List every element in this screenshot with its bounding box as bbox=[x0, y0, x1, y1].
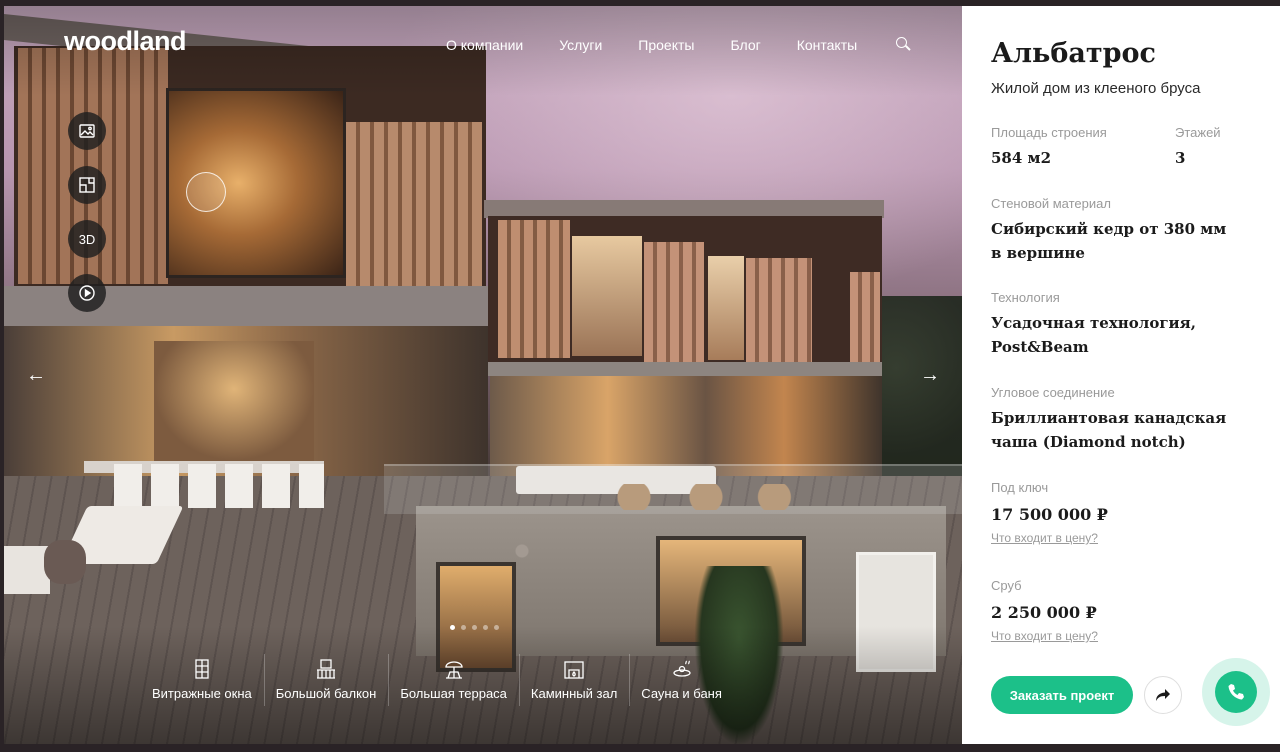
slider-dot[interactable] bbox=[461, 625, 466, 630]
feature-item[interactable]: Витражные окна bbox=[140, 658, 264, 701]
slider-dot[interactable] bbox=[483, 625, 488, 630]
lounge-chair bbox=[4, 546, 50, 594]
floors-value: 3 bbox=[1175, 149, 1186, 167]
feature-label: Большая терраса bbox=[400, 686, 507, 701]
floor-slab bbox=[488, 362, 882, 376]
wood-slats bbox=[346, 122, 482, 312]
feature-item[interactable]: Большая терраса bbox=[388, 654, 519, 706]
corner-joint-label: Угловое соединение bbox=[991, 385, 1115, 400]
tour-3d-label: 3D bbox=[78, 231, 96, 247]
frame-label: Сруб bbox=[991, 578, 1022, 593]
feature-item[interactable]: Каминный зал bbox=[518, 654, 629, 706]
feature-item[interactable]: Большой балкон bbox=[263, 654, 389, 706]
arrow-right-icon[interactable]: → bbox=[918, 364, 942, 388]
nav-item-contacts[interactable]: Контакты bbox=[797, 37, 857, 53]
stone-feature-wall bbox=[154, 341, 314, 461]
phone-icon bbox=[1228, 684, 1244, 700]
turnkey-label: Под ключ bbox=[991, 480, 1049, 495]
balcony-icon bbox=[317, 659, 336, 679]
slider-dot[interactable] bbox=[494, 625, 499, 630]
corner-joint-value: Бриллиантовая канадская чаша (Diamond no… bbox=[991, 409, 1227, 451]
nav-item-about[interactable]: О компании bbox=[446, 37, 523, 53]
technology-value: Усадочная технология, Post&Beam bbox=[991, 314, 1196, 356]
wall-material-value: Сибирский кедр от 380 мм в вершине bbox=[991, 220, 1227, 262]
project-subtitle: Жилой дом из клееного бруса bbox=[991, 80, 1201, 97]
nav-item-blog[interactable]: Блог bbox=[730, 37, 760, 53]
dining-chairs bbox=[114, 464, 324, 508]
arrow-left-icon[interactable]: ← bbox=[24, 364, 48, 388]
slider-dot[interactable] bbox=[472, 625, 477, 630]
area-label: Площадь строения bbox=[991, 125, 1107, 140]
logo[interactable]: woodland bbox=[64, 26, 186, 57]
feature-label: Большой балкон bbox=[275, 686, 377, 701]
floors-label: Этажей bbox=[1175, 125, 1221, 140]
video-play-icon[interactable] bbox=[68, 274, 106, 312]
slider-dot[interactable] bbox=[450, 625, 455, 630]
project-panel: Альбатрос Жилой дом из клееного бруса Пл… bbox=[962, 6, 1280, 744]
sauna-icon bbox=[672, 660, 691, 677]
window bbox=[708, 256, 744, 360]
nav-item-projects[interactable]: Проекты bbox=[638, 37, 694, 53]
hero-photo bbox=[4, 6, 962, 744]
floor-plan-icon[interactable] bbox=[68, 166, 106, 204]
call-widget[interactable] bbox=[1202, 658, 1270, 726]
feature-label: Каминный зал bbox=[530, 686, 618, 701]
feature-item[interactable]: Сауна и баня bbox=[629, 654, 734, 706]
wood-slats bbox=[644, 242, 704, 362]
share-icon bbox=[1156, 689, 1170, 701]
turnkey-price: 17 500 000 ₽ bbox=[991, 505, 1108, 524]
hotspot-marker[interactable] bbox=[186, 172, 226, 212]
turnkey-price-link[interactable]: Что входит в цену? bbox=[991, 531, 1098, 545]
planter bbox=[44, 540, 86, 584]
technology-label: Технология bbox=[991, 290, 1060, 305]
wood-slats bbox=[850, 272, 880, 366]
window-icon bbox=[195, 659, 209, 679]
feature-list: Витражные окна Большой балкон Большая те… bbox=[140, 654, 734, 706]
wood-slats bbox=[746, 258, 812, 362]
feature-label: Витражные окна bbox=[152, 686, 252, 701]
stone-stools bbox=[616, 484, 796, 510]
main-nav: О компании Услуги Проекты Блог Контакты bbox=[446, 37, 893, 53]
window bbox=[572, 236, 642, 356]
slider-dots bbox=[450, 625, 499, 630]
order-project-button[interactable]: Заказать проект bbox=[991, 676, 1133, 714]
call-button[interactable] bbox=[1215, 671, 1257, 713]
frame-price-link[interactable]: Что входит в цену? bbox=[991, 629, 1098, 643]
feature-label: Сауна и баня bbox=[641, 686, 722, 701]
terrace-icon bbox=[444, 661, 463, 679]
search-icon[interactable] bbox=[896, 37, 912, 53]
view-tools: 3D bbox=[68, 112, 106, 312]
frame-price: 2 250 000 ₽ bbox=[991, 603, 1097, 622]
gallery-icon[interactable] bbox=[68, 112, 106, 150]
wood-slats bbox=[498, 220, 570, 358]
share-button[interactable] bbox=[1144, 676, 1182, 714]
wall-material-label: Стеновой материал bbox=[991, 196, 1111, 211]
nav-item-services[interactable]: Услуги bbox=[559, 37, 602, 53]
fireplace-icon bbox=[564, 661, 584, 679]
tour-3d-button[interactable]: 3D bbox=[68, 220, 106, 258]
project-title: Альбатрос bbox=[991, 38, 1156, 69]
